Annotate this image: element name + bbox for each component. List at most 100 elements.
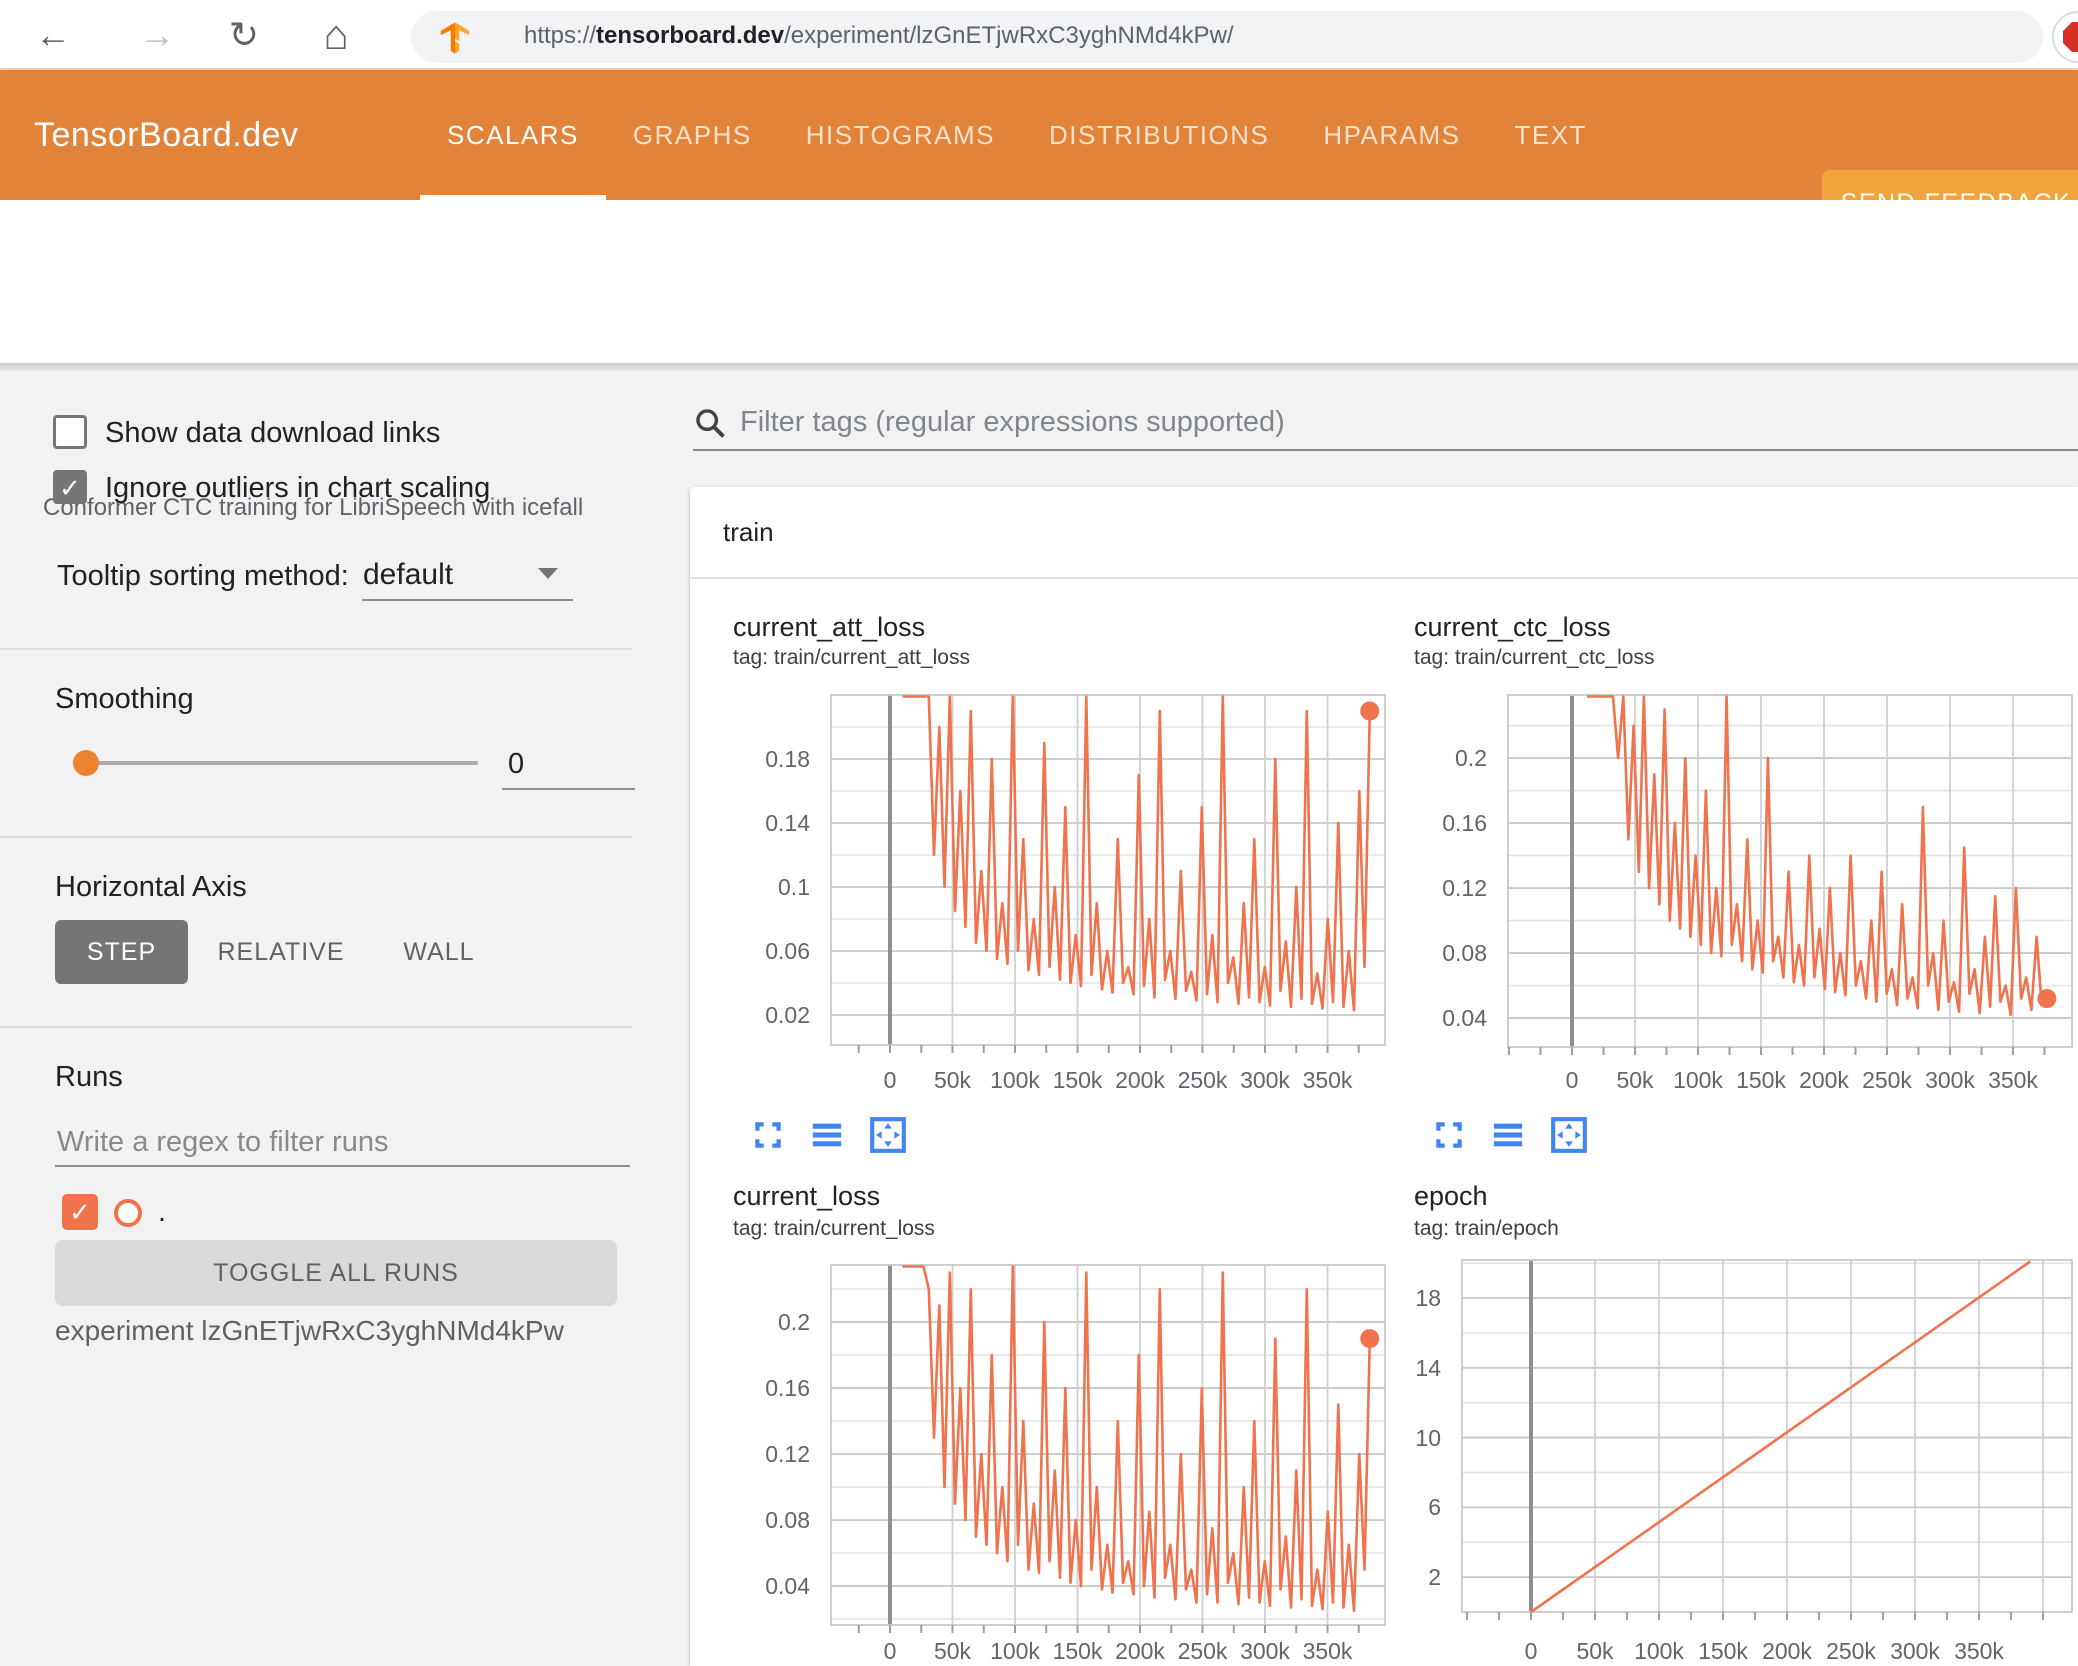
smoothing-label: Smoothing [55,683,194,715]
chart-tag-current-ctc-loss: tag: train/current_ctc_loss [1414,646,1655,669]
runs-filter-input[interactable]: Write a regex to filter runs [57,1126,388,1159]
fit-to-data-icon[interactable] [869,1116,907,1154]
y-tick-label: 10 [1415,1424,1441,1451]
tab-graphs[interactable]: GRAPHS [606,70,779,200]
y-tick-label: 0.04 [765,1573,810,1600]
ignore-outliers-label: Ignore outliers in chart scaling [105,472,491,504]
toggle-all-runs-button[interactable]: TOGGLE ALL RUNS [55,1240,617,1306]
run-checkbox[interactable]: ✓ [62,1194,98,1230]
y-tick-label: 0.16 [765,1375,810,1402]
filter-tags-input[interactable]: Filter tags (regular expressions support… [740,406,1285,439]
stop-octagon-icon [2063,22,2078,52]
experiment-subtitle-strip: Conformer CTC training for LibriSpeech w… [0,200,2078,521]
chart-title-current-att-loss: current_att_loss [733,612,926,642]
y-tick-label: 6 [1428,1494,1441,1521]
y-tick-label: 2 [1428,1564,1441,1591]
tooltip-sorting-underline [362,599,573,601]
y-tick-label: 0.16 [1442,810,1487,837]
run-label: . [158,1196,167,1228]
extension-badge[interactable] [2052,11,2078,63]
y-tick-label: 0.12 [1442,875,1487,902]
run-color-swatch[interactable] [114,1199,142,1227]
axis-step-button[interactable]: STEP [55,920,188,984]
chart-title-current-loss: current_loss [733,1181,881,1211]
y-tick-label: 0.1 [778,874,810,900]
runs-filter-underline [55,1165,630,1167]
y-tick-label: 0.2 [778,1309,810,1336]
sidebar-divider [0,648,632,650]
browser-back-icon[interactable]: ← [28,10,78,60]
y-tick-label: 14 [1415,1354,1441,1381]
y-tick-label: 0.14 [765,810,810,836]
axis-relative-button[interactable]: RELATIVE [215,920,347,984]
chart-canvas-epoch[interactable] [1461,1259,2073,1620]
y-tick-label: 18 [1415,1285,1441,1312]
ignore-outliers-checkbox[interactable]: ✓ [53,470,87,504]
chart-canvas-current_ctc_loss[interactable] [1507,694,2073,1055]
sidebar-divider [0,836,632,838]
y-tick-label: 0.02 [765,1002,810,1028]
chart-title-epoch: epoch [1414,1181,1488,1211]
smoothing-slider-thumb[interactable] [73,750,99,776]
x-tick-label: 350k [1302,1638,1353,1664]
app-header: TensorBoard.dev SCALARS GRAPHS HISTOGRAMS D… [0,70,2078,236]
browser-forward-icon[interactable]: → [132,10,182,60]
expand-chart-icon[interactable] [751,1118,785,1152]
chart-canvas-current_loss[interactable] [830,1264,1386,1633]
browser-toolbar: ← → ↻ ⌂ https://tensorboard.dev/experime… [0,0,2078,70]
smoothing-value-underline [502,788,635,790]
header-shadow [0,363,2078,372]
tab-distributions[interactable]: DISTRIBUTIONS [1022,70,1296,200]
experiment-id-label: experiment lzGnETjwRxC3yghNMd4kPw [55,1315,564,1346]
search-icon [696,409,725,438]
tab-bar: SCALARS GRAPHS HISTOGRAMS DISTRIBUTIONS HPAR… [420,70,1614,200]
app-logo[interactable]: TensorBoard.dev [34,70,299,200]
tab-scalars[interactable]: SCALARS [420,70,606,200]
y-tick-label: 0.08 [1442,940,1487,967]
chart-canvas-current_att_loss[interactable] [830,694,1386,1053]
tag-group-title[interactable]: train [723,517,774,548]
smoothing-value[interactable]: 0 [508,748,524,781]
tab-hparams[interactable]: HPARAMS [1296,70,1487,200]
tab-text[interactable]: TEXT [1487,70,1613,200]
y-tick-label: 0.2 [1455,745,1487,772]
url-text[interactable]: https://tensorboard.dev/experiment/lzGnE… [524,20,1234,52]
chart-options-icon[interactable] [809,1118,845,1152]
chart-actions-current-ctc-loss [1432,1116,1588,1154]
y-tick-label: 0.18 [765,746,810,772]
axis-wall-button[interactable]: WALL [394,920,484,984]
browser-home-icon[interactable]: ⌂ [311,10,361,60]
tooltip-sorting-select[interactable]: default [363,558,453,592]
expand-chart-icon[interactable] [1432,1118,1466,1152]
y-tick-label: 0.08 [765,1507,810,1534]
x-tick-label: 350k [1988,1067,2038,1093]
url-path: /experiment/lzGnETjwRxC3yghNMd4kPw/ [784,22,1234,49]
browser-reload-icon[interactable]: ↻ [219,10,269,60]
runs-section-label: Runs [55,1061,123,1093]
fit-to-data-icon[interactable] [1550,1116,1588,1154]
sidebar-divider [0,1026,632,1028]
filter-tags-underline [693,449,2078,451]
horizontal-axis-label: Horizontal Axis [55,871,247,903]
y-tick-label: 0.04 [1442,1005,1487,1032]
tensorboard-favicon [440,22,470,54]
chart-options-icon[interactable] [1490,1118,1526,1152]
smoothing-slider-track[interactable] [86,761,478,765]
y-tick-label: 0.12 [765,1441,810,1468]
tooltip-sorting-label: Tooltip sorting method: [57,560,349,592]
tab-histograms[interactable]: HISTOGRAMS [779,70,1022,200]
chart-tag-current-att-loss: tag: train/current_att_loss [733,646,970,669]
chart-actions-current-att-loss [751,1116,907,1154]
y-tick-label: 0.06 [765,938,810,964]
x-tick-label: 350k [1954,1638,2004,1664]
show-download-links-checkbox[interactable] [53,415,87,449]
x-tick-label: 350k [1302,1067,1353,1093]
show-download-links-label: Show data download links [105,417,441,449]
chart-tag-current-loss: tag: train/current_loss [733,1217,935,1240]
url-domain: tensorboard.dev [596,22,785,49]
chart-title-current-ctc-loss: current_ctc_loss [1414,612,1611,642]
card-divider [690,577,2078,579]
url-prefix: https:// [524,22,597,49]
chevron-down-icon[interactable] [538,568,558,579]
chart-tag-epoch: tag: train/epoch [1414,1217,1559,1240]
